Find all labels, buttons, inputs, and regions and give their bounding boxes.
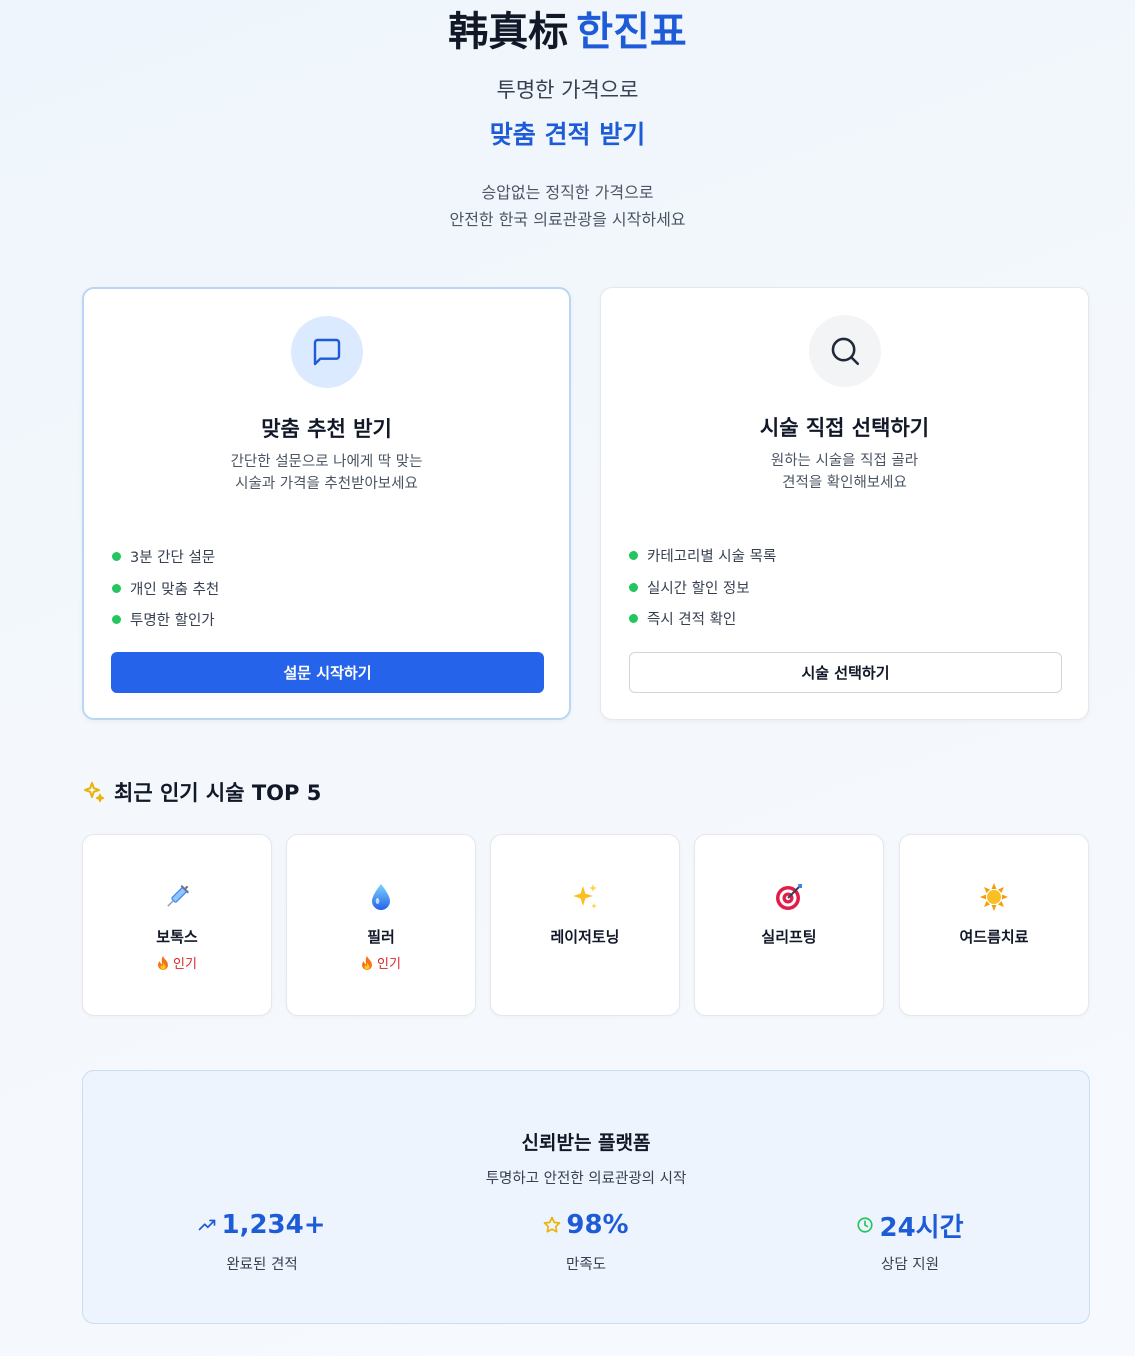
- stat-value-row: 98%: [436, 1207, 736, 1243]
- procedure-name: 보톡스: [156, 928, 198, 946]
- procedure-name: 실리프팅: [761, 928, 817, 946]
- trust-section: 신뢰받는 플랫폼 투명하고 안전한 의료관광의 시작 1,234+ 완료된 견적…: [82, 1070, 1090, 1324]
- card-description: 원하는 시술을 직접 골라 견적을 확인해보세요: [601, 450, 1088, 494]
- feature-label: 개인 맞춤 추천: [130, 581, 220, 598]
- star-icon: [544, 1216, 561, 1233]
- hot-badge: 인기: [83, 953, 271, 972]
- stat-satisfaction: 98% 만족도: [436, 1207, 736, 1274]
- hero-highlight: 맞춤 견적 받기: [489, 120, 646, 149]
- search-icon: [808, 315, 881, 387]
- card-desc-line: 시술과 가격을 추천받아보세요: [235, 476, 418, 492]
- procedure-card-filler[interactable]: 필러 인기: [286, 834, 476, 1016]
- feature-item: 실시간 할인 정보: [629, 572, 776, 604]
- stat-label: 만족도: [565, 1257, 607, 1273]
- feature-item: 개인 맞춤 추천: [112, 573, 219, 605]
- card-desc-line: 원하는 시술을 직접 골라: [770, 453, 919, 469]
- trust-subtitle: 투명하고 안전한 의료관광의 시작: [485, 1171, 687, 1187]
- procedure-name: 레이저토닝: [550, 928, 620, 946]
- brand-logo: 韩真标 한진표: [0, 8, 1135, 56]
- feature-list: 3분 간단 설문 개인 맞춤 추천 투명한 할인가: [112, 541, 219, 636]
- sparkles-icon: [491, 882, 679, 916]
- stat-value-row: 1,234+: [112, 1207, 412, 1243]
- syringe-icon: [83, 882, 271, 916]
- feature-item: 카테고리별 시술 목록: [629, 540, 776, 572]
- check-dot-icon: [112, 552, 121, 562]
- check-dot-icon: [629, 582, 638, 592]
- brand-korean: 한진표: [576, 9, 687, 55]
- check-dot-icon: [112, 583, 121, 593]
- stat-value: 98%: [566, 1210, 629, 1240]
- popular-section-title: 최근 인기 시술 TOP 5: [82, 777, 321, 807]
- trust-title: 신뢰받는 플랫폼: [521, 1132, 651, 1154]
- feature-item: 3분 간단 설문: [112, 541, 219, 573]
- stat-label: 완료된 견적: [226, 1257, 298, 1273]
- stat-completed-quotes: 1,234+ 완료된 견적: [112, 1207, 412, 1274]
- badge-label: 인기: [173, 957, 197, 972]
- procedure-name: 여드름치료: [959, 928, 1029, 946]
- hero-subtitle: 투명한 가격으로: [496, 78, 639, 102]
- sun-icon: [900, 882, 1088, 916]
- procedure-name: 필러: [367, 928, 395, 946]
- hot-badge: 인기: [287, 953, 475, 972]
- sparkles-icon: [84, 782, 104, 802]
- fire-icon: [158, 955, 169, 970]
- stat-support: 24시간 상담 지원: [760, 1207, 1060, 1274]
- select-procedure-button[interactable]: 시술 선택하기: [629, 652, 1062, 693]
- hero-description: 승압없는 정직한 가격으로 안전한 한국 의료관광을 시작하세요: [0, 179, 1135, 233]
- badge-label: 인기: [377, 957, 401, 972]
- feature-item: 즉시 견적 확인: [629, 603, 776, 635]
- card-desc-line: 간단한 설문으로 나에게 딱 맞는: [230, 454, 423, 470]
- hero-desc-line2: 안전한 한국 의료관광을 시작하세요: [449, 210, 686, 229]
- start-survey-button[interactable]: 설문 시작하기: [111, 652, 544, 693]
- feature-label: 3분 간단 설문: [130, 550, 216, 567]
- clock-icon: [857, 1217, 874, 1233]
- procedure-card-botox[interactable]: 보톡스 인기: [82, 834, 272, 1016]
- feature-label: 투명한 할인가: [130, 613, 215, 630]
- target-icon: [695, 882, 883, 916]
- feature-label: 카테고리별 시술 목록: [647, 549, 777, 566]
- stat-value: 1,234+: [221, 1210, 326, 1240]
- feature-label: 실시간 할인 정보: [647, 580, 750, 597]
- check-dot-icon: [629, 614, 638, 624]
- card-description: 간단한 설문으로 나에게 딱 맞는 시술과 가격을 추천받아보세요: [84, 451, 569, 495]
- procedure-card-laser-toning[interactable]: 레이저토닝: [490, 834, 680, 1016]
- card-title: 맞춤 추천 받기: [261, 417, 392, 441]
- brand-chinese: 韩真标: [448, 8, 569, 55]
- chat-bubble-icon: [290, 316, 363, 388]
- procedure-card-thread-lifting[interactable]: 실리프팅: [694, 834, 884, 1016]
- survey-card[interactable]: 맞춤 추천 받기 간단한 설문으로 나에게 딱 맞는 시술과 가격을 추천받아보…: [82, 287, 571, 720]
- card-desc-line: 견적을 확인해보세요: [782, 475, 907, 491]
- stat-value: 24시간: [879, 1212, 964, 1243]
- stat-label: 상담 지원: [881, 1257, 939, 1273]
- card-title: 시술 직접 선택하기: [759, 416, 930, 440]
- select-procedure-card[interactable]: 시술 직접 선택하기 원하는 시술을 직접 골라 견적을 확인해보세요 카테고리…: [600, 287, 1089, 720]
- fire-icon: [362, 955, 373, 970]
- trending-up-icon: [199, 1219, 216, 1231]
- hero-desc-line1: 승압없는 정직한 가격으로: [481, 183, 654, 202]
- feature-item: 투명한 할인가: [112, 604, 219, 636]
- droplet-icon: [287, 882, 475, 916]
- feature-list: 카테고리별 시술 목록 실시간 할인 정보 즉시 견적 확인: [629, 540, 776, 635]
- stat-value-row: 24시간: [760, 1207, 1060, 1243]
- popular-title-text: 최근 인기 시술 TOP 5: [114, 781, 322, 805]
- check-dot-icon: [629, 551, 638, 561]
- check-dot-icon: [112, 615, 121, 625]
- procedure-card-acne-treatment[interactable]: 여드름치료: [899, 834, 1089, 1016]
- feature-label: 즉시 견적 확인: [647, 612, 737, 629]
